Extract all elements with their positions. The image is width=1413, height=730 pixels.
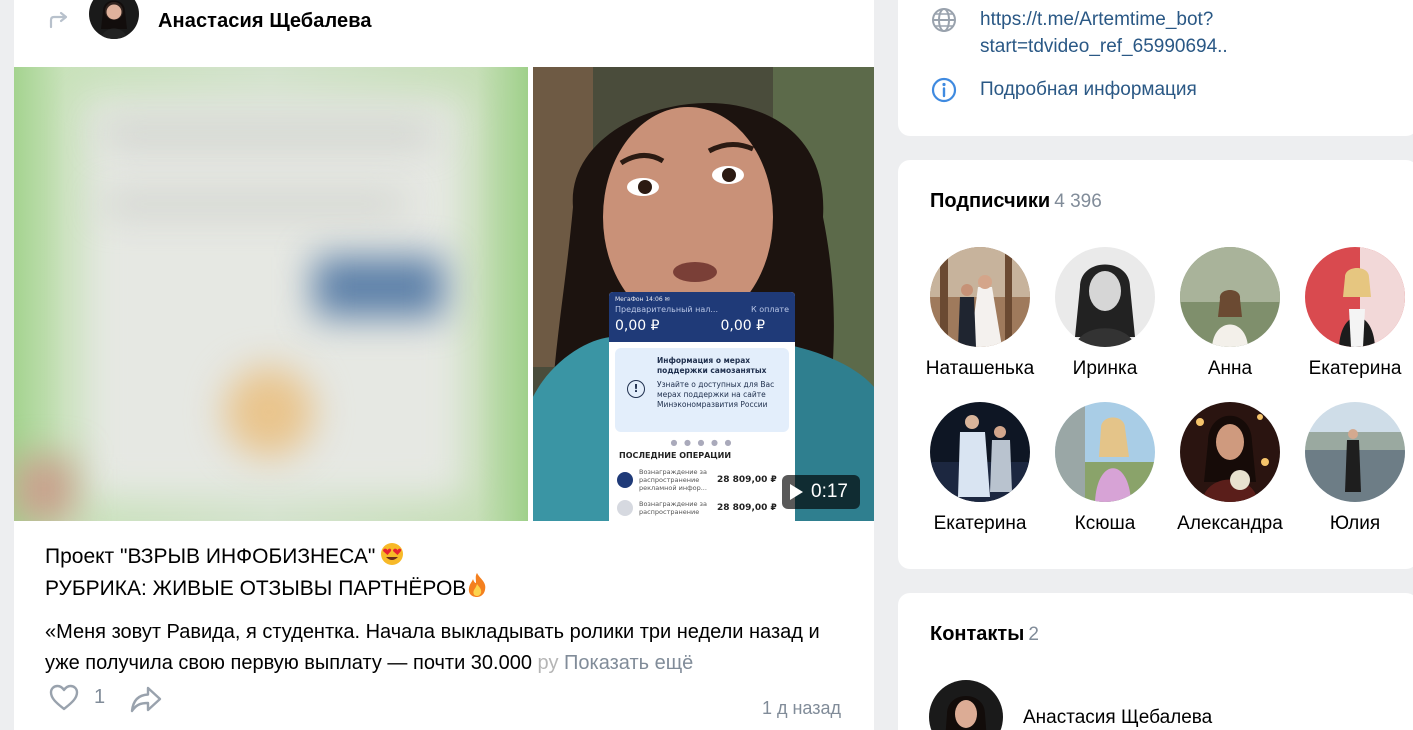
fire-emoji-icon (469, 573, 486, 597)
site-link-line2: start=tdvideo_ref_65990694.. (980, 36, 1228, 57)
video-duration-badge[interactable]: 0:17 (782, 475, 860, 509)
subscriber-item[interactable]: Иринка (1040, 247, 1170, 380)
subscriber-item[interactable]: Екатерина (1290, 247, 1413, 380)
contacts-heading: Контакты (930, 623, 1025, 645)
phone-op-row: Вознаграждение за распространение реклам… (609, 464, 795, 496)
avatar (1055, 402, 1155, 502)
site-link-row: https://t.me/Artemtime_bot? start=tdvide… (930, 6, 1228, 60)
subscriber-name: Екатерина (933, 513, 1027, 534)
avatar (930, 402, 1030, 502)
subscribers-heading: Подписчики (930, 190, 1051, 212)
post-body-fade: ру (531, 652, 559, 674)
phone-info-card: ! Информация о мерах поддержки самозанят… (615, 348, 789, 432)
more-info-link[interactable]: Подробная информация (980, 76, 1197, 104)
avatar (1055, 247, 1155, 347)
avatar (1180, 402, 1280, 502)
wall-post: Анастасия Щебалева МегаФон 14:06 ✉ Предв… (14, 0, 874, 730)
phone-pager-dots: ● ● ● ● ● (670, 438, 734, 447)
subscriber-name: Юлия (1329, 513, 1381, 534)
subscriber-name: Анна (1207, 358, 1253, 379)
phone-op-amount: 28 809,00 ₽ (717, 475, 777, 485)
share-icon[interactable] (130, 685, 162, 713)
wallet-icon (617, 500, 633, 516)
subscribers-title[interactable]: Подписчики 4 396 (930, 190, 1102, 213)
contacts-count: 2 (1028, 624, 1039, 645)
contacts-card: Контакты 2 Анастасия Щебалева (898, 593, 1413, 730)
contact-avatar[interactable] (929, 680, 1003, 730)
phone-op-row: Вознаграждение за распространение 28 809… (609, 496, 795, 520)
post-text: «Меня зовут Равида, я студентка. Начала … (45, 617, 845, 679)
wallet-icon (617, 472, 633, 488)
exclamation-icon: ! (627, 380, 645, 398)
author-name[interactable]: Анастасия Щебалева (158, 10, 372, 33)
heart-icon (49, 684, 79, 711)
subscribers-count: 4 396 (1054, 191, 1102, 212)
post-body-text: «Меня зовут Равида, я студентка. Начала … (45, 621, 820, 674)
subscriber-item[interactable]: Ксюша (1040, 402, 1170, 535)
like-button[interactable]: 1 (48, 683, 105, 711)
author-avatar[interactable] (89, 0, 139, 39)
heart-eyes-emoji-icon (381, 543, 404, 565)
subscriber-name: Наташенька (925, 358, 1035, 379)
avatar (1305, 402, 1405, 502)
phone-amount-left: 0,00 ₽ (615, 318, 660, 334)
post-time[interactable]: 1 д назад (762, 698, 841, 719)
avatar (1305, 247, 1405, 347)
repost-icon (49, 11, 68, 29)
more-info-row: Подробная информация (930, 76, 1197, 104)
site-link[interactable]: https://t.me/Artemtime_bot? start=tdvide… (980, 6, 1228, 60)
phone-card-text: Узнайте о доступных для Вас мерах поддер… (657, 380, 775, 409)
subscriber-item[interactable]: Юлия (1290, 402, 1413, 535)
site-link-line1: https://t.me/Artemtime_bot? (980, 9, 1214, 30)
phone-screenshot: МегаФон 14:06 ✉ Предварительный нал... К… (609, 292, 795, 521)
subscriber-name: Ксюша (1074, 513, 1136, 534)
phone-card-title: Информация о мерах поддержки самозанятых (657, 356, 767, 375)
post-title-line1: Проект "ВЗРЫВ ИНФОБИЗНЕСА" (45, 545, 376, 568)
subscriber-item[interactable]: Анна (1165, 247, 1295, 380)
subscriber-item[interactable]: Наташенька (915, 247, 1045, 380)
subscriber-item[interactable]: Александра (1165, 402, 1295, 535)
video-duration: 0:17 (811, 481, 848, 502)
avatar (930, 247, 1030, 347)
avatar (1180, 247, 1280, 347)
phone-op-text: Вознаграждение за распространение реклам… (639, 468, 707, 492)
post-image-blurred[interactable] (14, 67, 528, 521)
post-video[interactable]: МегаФон 14:06 ✉ Предварительный нал... К… (533, 67, 874, 521)
globe-icon (932, 8, 956, 32)
phone-sub-right: К оплате (751, 305, 789, 314)
phone-status-bar: МегаФон 14:06 ✉ (615, 296, 670, 303)
phone-sub-left: Предварительный нал... (615, 305, 719, 314)
contact-name[interactable]: Анастасия Щебалева (1023, 707, 1212, 729)
phone-op-amount: 28 809,00 ₽ (717, 503, 777, 513)
phone-ops-header: ПОСЛЕДНИЕ ОПЕРАЦИИ (619, 451, 732, 460)
subscriber-name: Екатерина (1308, 358, 1402, 379)
subscriber-name: Александра (1177, 513, 1283, 534)
show-more-link[interactable]: Показать ещё (564, 652, 693, 674)
info-card: https://t.me/Artemtime_bot? start=tdvide… (898, 0, 1413, 136)
post-title: Проект "ВЗРЫВ ИНФОБИЗНЕСА" РУБРИКА: ЖИВЫ… (45, 542, 488, 604)
contacts-title[interactable]: Контакты 2 (930, 623, 1039, 646)
play-icon (790, 484, 804, 500)
info-icon (931, 77, 957, 103)
phone-amount-right: 0,00 ₽ (720, 318, 765, 334)
subscribers-card: Подписчики 4 396 Наташенька Иринка Анна Е… (898, 160, 1413, 569)
subscriber-item[interactable]: Екатерина (915, 402, 1045, 535)
phone-op-text: Вознаграждение за распространение (639, 500, 707, 516)
post-title-line2: РУБРИКА: ЖИВЫЕ ОТЗЫВЫ ПАРТНЁРОВ (45, 577, 467, 600)
subscriber-name: Иринка (1072, 358, 1138, 379)
likes-count: 1 (94, 685, 106, 708)
